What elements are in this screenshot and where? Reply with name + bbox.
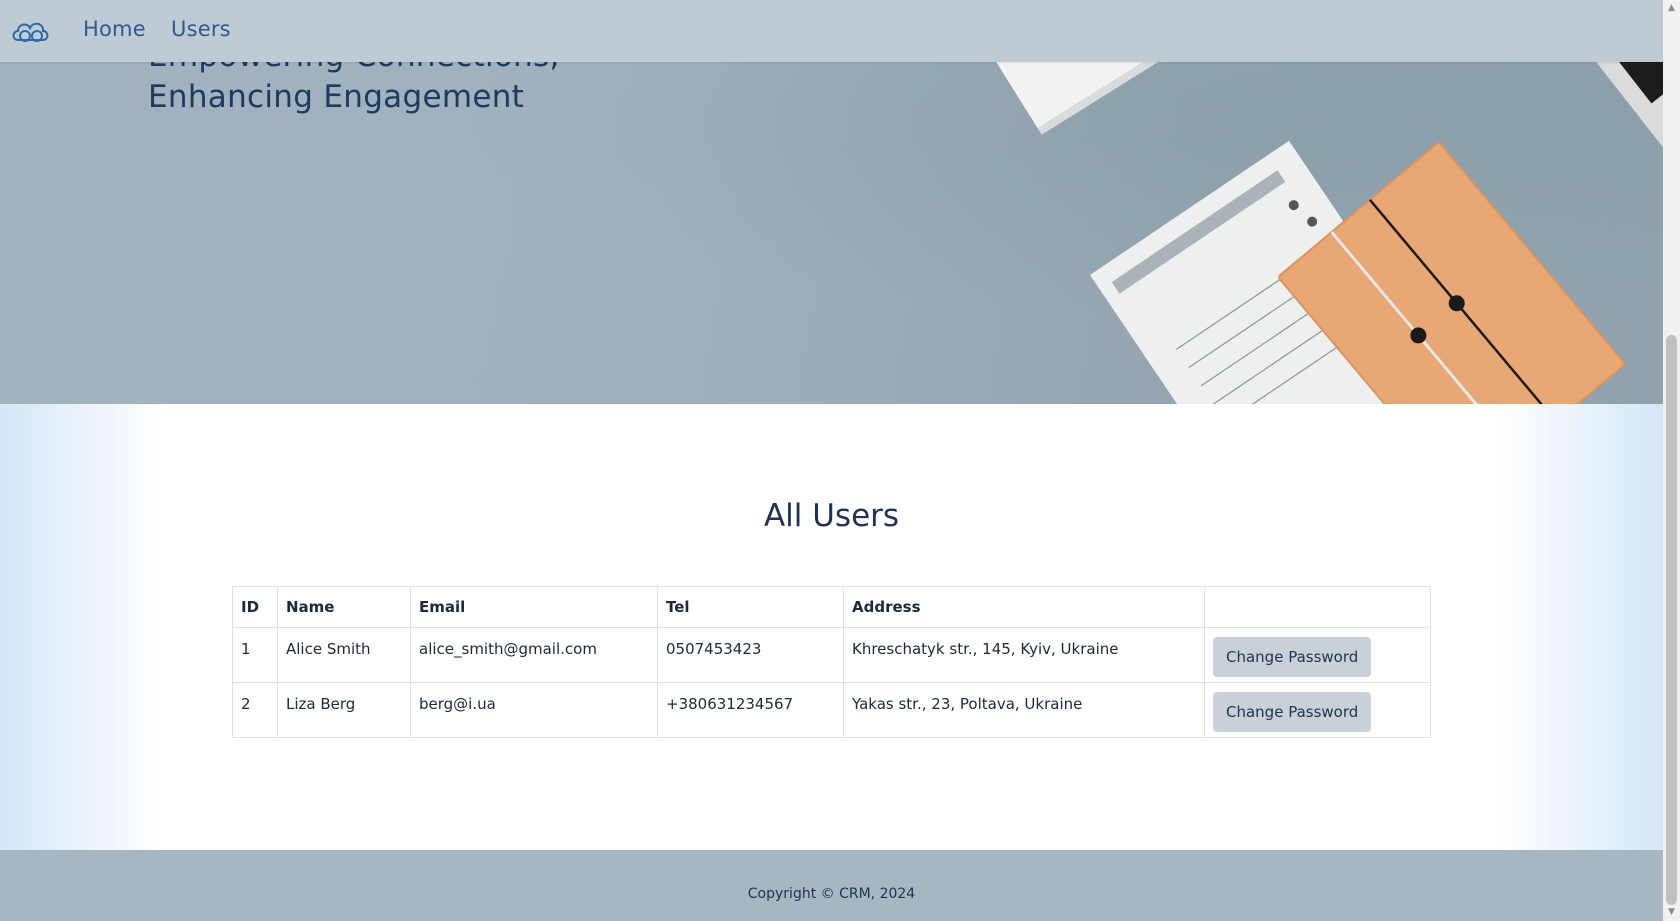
cell-address: Yakas str., 23, Poltava, Ukraine <box>843 682 1205 738</box>
cell-actions: Change Password <box>1204 627 1431 683</box>
change-password-button[interactable]: Change Password <box>1213 637 1372 677</box>
scroll-up-arrow-icon[interactable]: ▲ <box>1663 0 1680 17</box>
hero-headline-line2: Enhancing Engagement <box>148 79 525 115</box>
table-row: 2 Liza Berg berg@i.ua +380631234567 Yaka… <box>232 682 1431 738</box>
cell-email: berg@i.ua <box>410 682 658 738</box>
cloud-logo-icon[interactable] <box>10 16 52 46</box>
cell-address: Khreschatyk str., 145, Kyiv, Ukraine <box>843 627 1205 683</box>
page-title: All Users <box>763 498 900 534</box>
column-header-name: Name <box>277 586 411 628</box>
cell-name: Alice Smith <box>277 627 411 683</box>
footer: Copyright © CRM, 2024 <box>0 850 1663 921</box>
column-header-actions <box>1204 586 1431 628</box>
cell-email: alice_smith@gmail.com <box>410 627 658 683</box>
scrollbar-thumb[interactable] <box>1666 335 1677 905</box>
column-header-id: ID <box>232 586 278 628</box>
users-section: All Users ID Name Email Tel Address 1 Al… <box>0 404 1663 850</box>
cell-tel: 0507453423 <box>657 627 844 683</box>
change-password-button[interactable]: Change Password <box>1213 692 1372 732</box>
scroll-down-arrow-icon[interactable]: ▼ <box>1663 904 1680 921</box>
cell-id: 1 <box>232 627 278 683</box>
column-header-email: Email <box>410 586 658 628</box>
table-row: 1 Alice Smith alice_smith@gmail.com 0507… <box>232 627 1431 683</box>
cell-name: Liza Berg <box>277 682 411 738</box>
cell-tel: +380631234567 <box>657 682 844 738</box>
vertical-scrollbar[interactable]: ▲ ▼ <box>1663 0 1680 921</box>
cell-actions: Change Password <box>1204 682 1431 738</box>
nav-link-users[interactable]: Users <box>171 17 231 41</box>
nav-link-home[interactable]: Home <box>83 17 146 41</box>
table-header-row: ID Name Email Tel Address <box>232 586 1431 628</box>
top-navbar: Home Users <box>0 0 1663 62</box>
page: Empowering Connections, Enhancing Engage… <box>0 0 1663 921</box>
column-header-tel: Tel <box>657 586 844 628</box>
cell-id: 2 <box>232 682 278 738</box>
users-table: ID Name Email Tel Address 1 Alice Smith … <box>232 586 1431 738</box>
copyright-text: Copyright © CRM, 2024 <box>747 886 916 902</box>
column-header-address: Address <box>843 586 1205 628</box>
